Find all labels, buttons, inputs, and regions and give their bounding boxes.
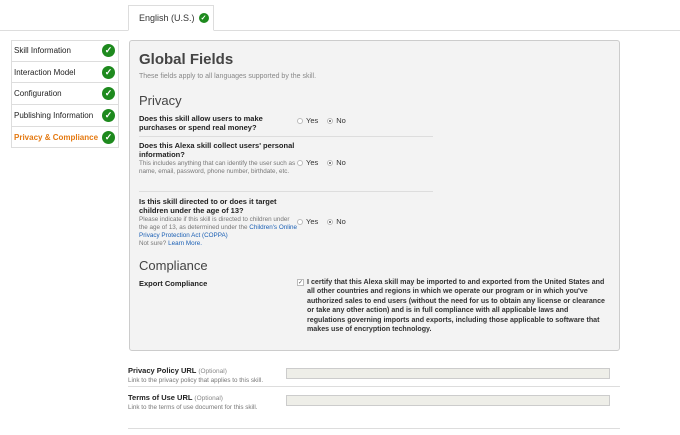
compliance-heading: Compliance: [139, 258, 208, 273]
question-help: Please indicate if this skill is directe…: [139, 216, 299, 248]
personal-info-no-radio[interactable]: [327, 159, 334, 166]
sidebar-item-label: Publishing Information: [14, 110, 94, 120]
sidebar-item-interaction-model[interactable]: Interaction Model ✓: [11, 61, 119, 84]
children-radio-group: Yes No: [297, 217, 346, 226]
radio-no-label: No: [336, 217, 346, 226]
radio-yes-label: Yes: [306, 116, 319, 125]
divider: [139, 136, 433, 137]
export-compliance-checkbox[interactable]: ✓: [297, 279, 304, 286]
sidebar-item-publishing-information[interactable]: Publishing Information ✓: [11, 105, 119, 127]
purchases-question: Does this skill allow users to make purc…: [139, 114, 299, 132]
language-tab-bar: English (U.S.) ✓: [0, 0, 680, 31]
privacy-policy-url-input[interactable]: [286, 368, 610, 379]
divider: [128, 386, 620, 387]
terms-of-use-url-input[interactable]: [286, 395, 610, 406]
personal-info-radio-group: Yes No: [297, 158, 346, 167]
tab-bar-divider: [0, 30, 680, 31]
optional-tag: (Optional): [194, 395, 223, 402]
sidebar-item-label: Interaction Model: [14, 67, 76, 77]
question-label: Is this skill directed to or does it tar…: [139, 197, 277, 215]
sidebar-item-skill-information[interactable]: Skill Information ✓: [11, 40, 119, 62]
sidebar-item-label: Privacy & Compliance: [14, 132, 99, 142]
personal-info-yes-radio[interactable]: [297, 159, 303, 166]
privacy-policy-row: Privacy Policy URL (Optional) Link to th…: [128, 366, 620, 384]
check-icon: ✓: [102, 108, 115, 122]
check-icon: ✓: [102, 65, 115, 79]
divider: [139, 191, 433, 192]
check-icon: ✓: [102, 87, 115, 101]
check-icon: ✓: [198, 13, 209, 23]
children-question: Is this skill directed to or does it tar…: [139, 197, 299, 248]
personal-info-question: Does this Alexa skill collect users' per…: [139, 141, 299, 176]
sidebar-item-label: Configuration: [14, 89, 62, 99]
export-compliance-text: I certify that this Alexa skill may be i…: [307, 278, 606, 334]
radio-no-label: No: [336, 158, 346, 167]
purchases-no-radio[interactable]: [327, 117, 334, 124]
not-sure-text: Not sure?: [139, 240, 167, 247]
radio-yes-label: Yes: [306, 217, 319, 226]
children-no-radio[interactable]: [327, 218, 334, 225]
terms-of-use-row: Terms of Use URL (Optional) Link to the …: [128, 393, 620, 411]
terms-of-use-label-text: Terms of Use URL: [128, 393, 193, 402]
divider: [128, 428, 620, 429]
question-help: This includes anything that can identify…: [139, 160, 296, 175]
children-yes-radio[interactable]: [297, 218, 303, 225]
page-title: Global Fields: [139, 51, 234, 68]
check-icon: ✓: [102, 44, 115, 58]
privacy-heading: Privacy: [139, 93, 182, 108]
global-fields-panel: Global Fields These fields apply to all …: [129, 40, 620, 351]
panel-subtitle: These fields apply to all languages supp…: [139, 73, 317, 80]
sidebar-item-privacy-compliance[interactable]: Privacy & Compliance ✓: [11, 126, 119, 149]
purchases-yes-radio[interactable]: [297, 117, 303, 124]
purchases-radio-group: Yes No: [297, 116, 346, 125]
optional-tag: (Optional): [198, 368, 227, 375]
check-icon: ✓: [102, 130, 115, 144]
question-label: Does this Alexa skill collect users' per…: [139, 141, 295, 159]
sidebar-item-label: Skill Information: [14, 46, 71, 56]
export-compliance-label: Export Compliance: [139, 279, 208, 288]
question-label: Does this skill allow users to make purc…: [139, 114, 263, 132]
radio-no-label: No: [336, 116, 346, 125]
sidebar-item-configuration[interactable]: Configuration ✓: [11, 83, 119, 106]
learn-more-link[interactable]: Learn More.: [168, 240, 202, 247]
privacy-policy-label-text: Privacy Policy URL: [128, 366, 197, 375]
tab-english-us[interactable]: English (U.S.) ✓: [128, 5, 214, 31]
sidebar-nav: Skill Information ✓ Interaction Model ✓ …: [11, 40, 119, 149]
tab-language-label: English (U.S.): [139, 13, 195, 23]
radio-yes-label: Yes: [306, 158, 319, 167]
